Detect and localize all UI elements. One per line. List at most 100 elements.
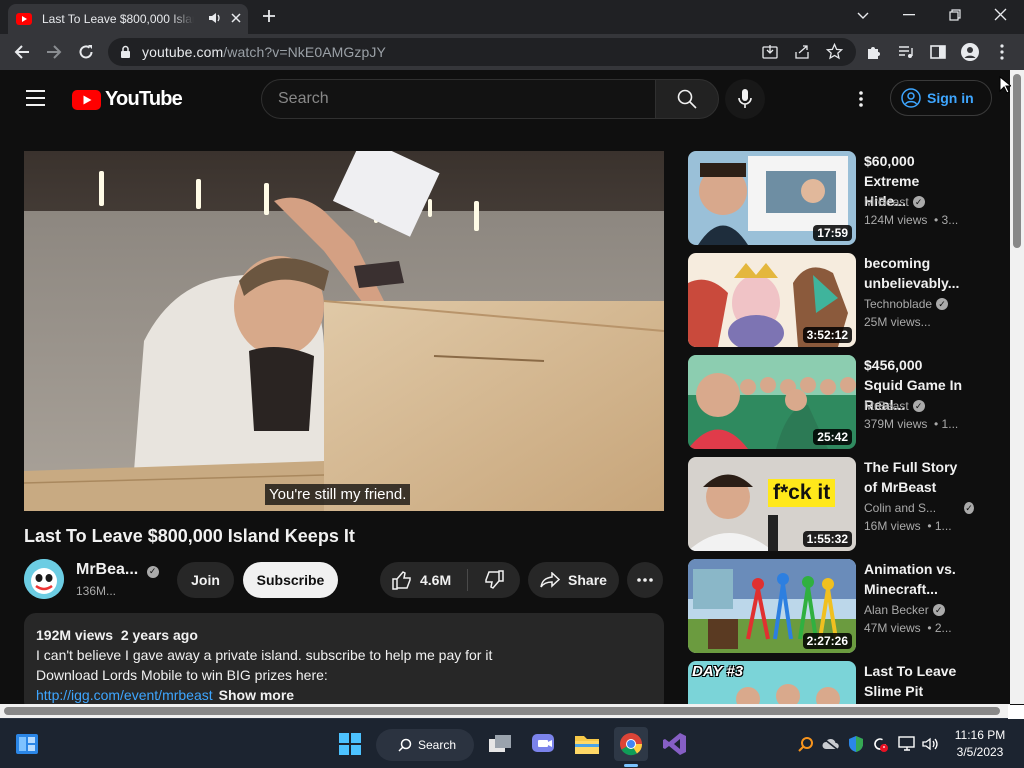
related-video-item[interactable]: DAY #3 Last To Leave Slime Pit Win... xyxy=(688,661,988,704)
video-thumbnail[interactable]: 17:59 xyxy=(688,151,856,245)
dislike-button[interactable] xyxy=(468,562,520,598)
vertical-scroll-thumb[interactable] xyxy=(1013,74,1021,248)
chrome-icon[interactable] xyxy=(614,727,648,761)
channel-name[interactable]: MrBea... ✓ xyxy=(76,561,159,579)
video-duration: 17:59 xyxy=(813,225,852,241)
taskbar-search[interactable]: Search xyxy=(376,729,474,761)
video-title: Last To Leave $800,000 Island Keeps It xyxy=(24,526,355,546)
video-thumbnail[interactable]: 2:27:26 xyxy=(688,559,856,653)
description-box[interactable]: 192M views 2 years ago I can't believe I… xyxy=(24,613,664,704)
task-view-icon[interactable] xyxy=(483,727,517,761)
minimize-icon[interactable] xyxy=(903,14,915,16)
search-input[interactable]: Search xyxy=(261,79,657,119)
onedrive-icon[interactable] xyxy=(822,737,840,751)
display-icon[interactable] xyxy=(898,736,916,752)
join-button[interactable]: Join xyxy=(177,562,234,598)
video-thumbnail[interactable]: 25:42 xyxy=(688,355,856,449)
browser-tab-strip: Last To Leave $800,000 Island Keeps It xyxy=(0,0,1024,34)
search-tray-icon[interactable] xyxy=(798,736,814,752)
restore-icon[interactable] xyxy=(949,9,961,21)
lock-icon[interactable] xyxy=(120,45,131,59)
subscribe-button[interactable]: Subscribe xyxy=(243,562,338,598)
window-close-icon[interactable] xyxy=(994,8,1007,21)
file-explorer-icon[interactable] xyxy=(570,727,604,761)
hamburger-menu-icon[interactable] xyxy=(26,90,46,106)
tab-search-chevron-icon[interactable] xyxy=(857,12,869,20)
browser-tab[interactable]: Last To Leave $800,000 Island Keeps It xyxy=(8,4,248,34)
side-panel-icon[interactable] xyxy=(928,42,948,62)
visual-studio-icon[interactable] xyxy=(658,727,692,761)
verified-check-icon: ✓ xyxy=(932,604,945,616)
system-clock[interactable]: 11:16 PM 3/5/2023 xyxy=(950,727,1010,761)
voice-search-button[interactable] xyxy=(725,79,765,119)
related-video-title: Animation vs. Minecraft... xyxy=(864,561,956,597)
related-video-item[interactable]: 3:52:12 becoming unbelievably... Technob… xyxy=(688,253,988,347)
show-more-button[interactable]: Show more xyxy=(219,687,294,703)
video-frame xyxy=(24,151,664,511)
back-arrow-icon[interactable] xyxy=(12,42,32,62)
video-duration: 2:27:26 xyxy=(802,633,852,649)
new-tab-icon[interactable] xyxy=(262,9,276,23)
related-video-views: 47M views • 2... xyxy=(864,621,952,635)
youtube-play-logo-icon xyxy=(72,89,101,110)
volume-icon[interactable] xyxy=(922,736,940,752)
horizontal-scrollbar[interactable] xyxy=(0,704,1010,718)
media-queue-icon[interactable] xyxy=(896,42,916,62)
reload-icon[interactable] xyxy=(76,42,96,62)
video-thumbnail[interactable]: f*ck it 1:55:32 xyxy=(688,457,856,551)
video-thumbnail[interactable]: DAY #3 xyxy=(688,661,856,704)
start-windows-icon[interactable] xyxy=(333,727,367,761)
microphone-icon xyxy=(738,89,752,109)
video-thumbnail[interactable]: 3:52:12 xyxy=(688,253,856,347)
search-icon xyxy=(398,738,412,752)
related-video-item[interactable]: 25:42 $456,000 Squid Game In Real... MrB… xyxy=(688,355,988,449)
install-app-icon[interactable] xyxy=(762,44,778,60)
related-video-item[interactable]: 17:59 $60,000 Extreme Hide... MrBeast ✓ 1… xyxy=(688,151,988,245)
search-button[interactable] xyxy=(655,79,719,119)
vertical-scrollbar[interactable] xyxy=(1010,70,1024,704)
sync-alert-icon[interactable] xyxy=(872,736,888,752)
sponsor-link[interactable]: http://igg.com/event/mrbeast xyxy=(36,687,213,703)
address-bar[interactable]: youtube.com/watch?v=NkE0AMGzpJY xyxy=(108,38,856,66)
profile-icon[interactable] xyxy=(960,42,980,62)
youtube-logo[interactable]: YouTube xyxy=(72,88,183,111)
video-caption: You're still my friend. xyxy=(265,484,411,505)
settings-more-icon[interactable] xyxy=(859,91,863,107)
browser-menu-icon[interactable] xyxy=(992,42,1012,62)
thumbs-down-icon xyxy=(484,570,504,590)
security-shield-icon[interactable] xyxy=(848,735,864,753)
teams-chat-icon[interactable] xyxy=(526,727,560,761)
bookmark-star-icon[interactable] xyxy=(826,43,843,60)
sign-in-button[interactable]: Sign in xyxy=(890,80,992,116)
related-video-item[interactable]: 2:27:26 Animation vs. Minecraft... Alan … xyxy=(688,559,988,653)
thumbnail-caption: DAY #3 xyxy=(692,663,744,680)
youtube-logo-text: YouTube xyxy=(105,88,183,110)
extensions-puzzle-icon[interactable] xyxy=(864,42,884,62)
verified-check-icon: ✓ xyxy=(964,502,974,514)
tab-close-icon[interactable] xyxy=(230,12,242,24)
more-actions-button[interactable] xyxy=(627,562,663,598)
verified-check-icon: ✓ xyxy=(912,400,925,412)
browser-toolbar: youtube.com/watch?v=NkE0AMGzpJY xyxy=(0,34,1024,70)
description-line-3: http://igg.com/event/mrbeast Show more xyxy=(36,685,652,704)
video-duration: 1:55:32 xyxy=(802,531,852,547)
speaker-icon[interactable] xyxy=(208,11,222,25)
tab-title: Last To Leave $800,000 Island Keeps It xyxy=(42,12,194,26)
widgets-icon[interactable] xyxy=(10,727,44,761)
channel-avatar[interactable] xyxy=(24,559,64,599)
related-video-views: 379M views • 1... xyxy=(864,417,959,431)
like-button[interactable]: 4.6M xyxy=(380,562,468,598)
thumbnail-caption: f*ck it xyxy=(768,479,836,507)
share-button[interactable]: Share xyxy=(528,562,619,598)
active-app-indicator xyxy=(624,764,638,767)
url-text: youtube.com/watch?v=NkE0AMGzpJY xyxy=(142,44,386,60)
horizontal-scroll-thumb[interactable] xyxy=(4,707,1000,715)
forward-arrow-icon[interactable] xyxy=(44,42,64,62)
related-video-item[interactable]: f*ck it 1:55:32 The Full Story of MrBeas… xyxy=(688,457,988,551)
show-desktop-corner[interactable] xyxy=(1008,705,1024,719)
related-video-title: Last To Leave Slime Pit Win... xyxy=(864,663,957,704)
youtube-favicon-icon xyxy=(16,13,32,25)
share-page-icon[interactable] xyxy=(794,44,810,60)
video-duration: 3:52:12 xyxy=(802,327,852,343)
video-player[interactable] xyxy=(24,151,664,511)
